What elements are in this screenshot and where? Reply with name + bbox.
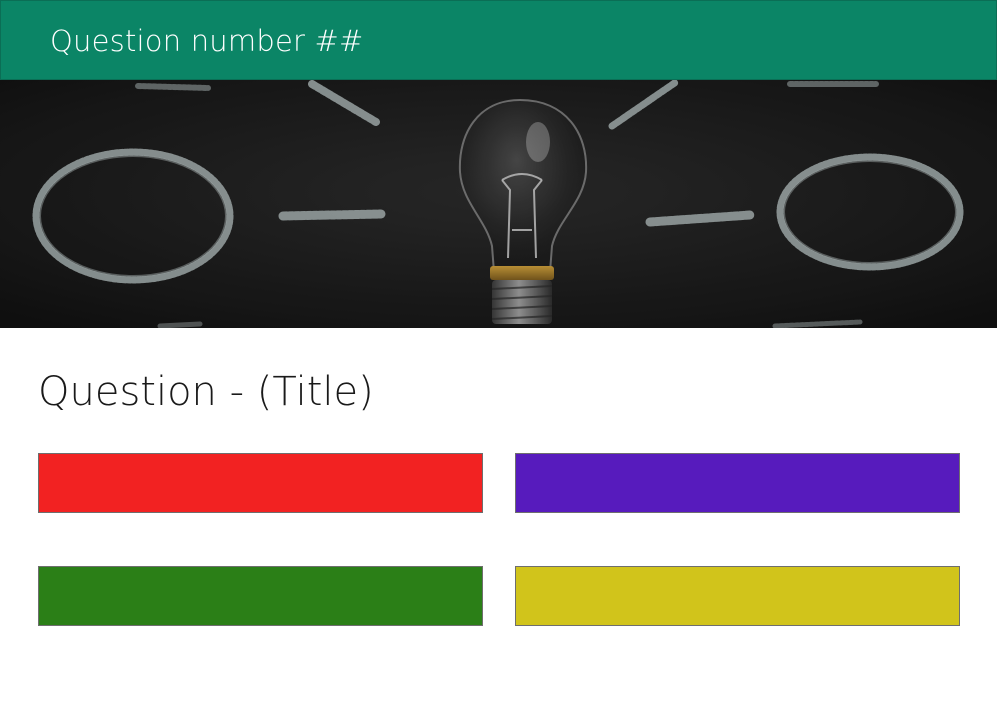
answer-option-purple[interactable] [515, 453, 960, 513]
answer-option-green[interactable] [38, 566, 483, 626]
answer-option-red[interactable] [38, 453, 483, 513]
banner-image [0, 80, 997, 328]
answer-option-yellow[interactable] [515, 566, 960, 626]
answer-option-label [516, 567, 959, 599]
question-title: Question - (Title) [38, 369, 374, 415]
answer-option-label [516, 454, 959, 486]
answer-option-label [39, 454, 482, 486]
lightbulb-chalkboard-image [0, 80, 997, 328]
quiz-slide: Question number ## Question - (Title) [0, 0, 997, 720]
answer-option-label [39, 567, 482, 599]
header-bar: Question number ## [0, 0, 997, 80]
question-number-heading: Question number ## [50, 24, 364, 58]
